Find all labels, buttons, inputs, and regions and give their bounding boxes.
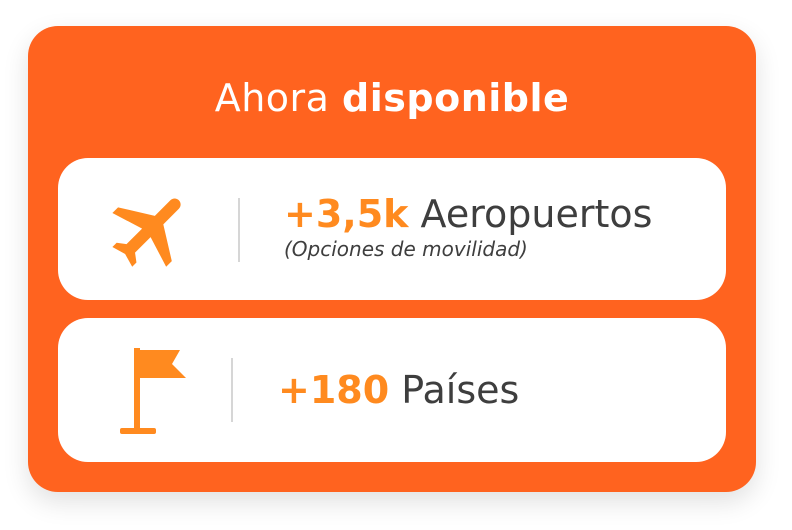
countries-label: Países [401,368,520,412]
airports-note: (Opciones de movilidad) [284,237,528,261]
title-emphasis: disponible [342,76,570,120]
title-prefix: Ahora [214,76,330,120]
airplane-icon [112,198,181,267]
countries-stat-row: +180 Países [58,318,726,462]
airports-count: +3,5k [284,192,409,236]
row-divider [238,198,240,262]
countries-stat: +180 Países [278,368,519,412]
airports-label: Aeropuertos [420,192,653,236]
card-title: Ahora disponible [28,76,756,120]
airports-stat: +3,5k Aeropuertos [284,192,652,236]
row-divider [231,358,233,422]
availability-card: Ahora disponible +3,5k Aeropuertos (Opci… [28,26,756,492]
airports-stat-row: +3,5k Aeropuertos (Opciones de movilidad… [58,158,726,300]
flag-icon [120,348,186,434]
countries-count: +180 [278,368,390,412]
